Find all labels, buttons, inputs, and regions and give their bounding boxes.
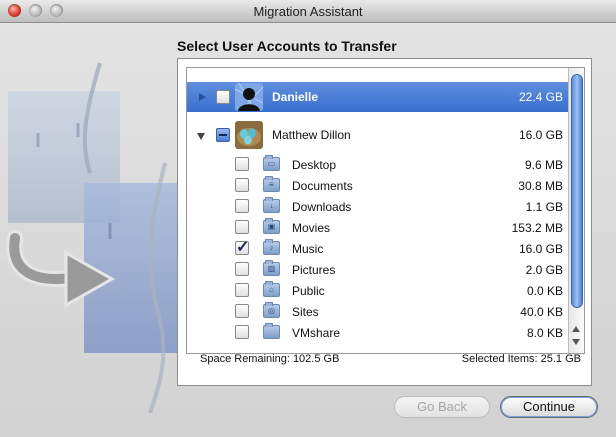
folder-row[interactable]: ⌂ Public 0.0 KB	[187, 280, 569, 301]
folder-row[interactable]: ▨ Pictures 2.0 GB	[187, 259, 569, 280]
folder-name: Desktop	[292, 158, 337, 172]
silhouette-avatar	[235, 83, 263, 111]
go-back-button[interactable]: Go Back	[394, 396, 490, 418]
window-title: Migration Assistant	[253, 4, 363, 19]
folder-row[interactable]: ✓ ♪ Music 16.0 GB	[187, 238, 569, 259]
folder-glyph: ▣	[267, 222, 276, 231]
space-remaining-label: Space Remaining: 102.5 GB	[200, 353, 340, 365]
movies-folder-icon: ▣	[263, 218, 280, 234]
folder-name: Sites	[292, 305, 319, 319]
account-row-danielle[interactable]: Danielle 22.4 GB	[187, 82, 569, 112]
bird-eggs-avatar	[235, 121, 263, 149]
sites-folder-icon: ◎	[263, 302, 280, 318]
folder-size: 9.6 MB	[524, 158, 563, 172]
folder-size: 40.0 KB	[520, 305, 563, 319]
folder-glyph: ↓	[269, 201, 274, 210]
folder-row[interactable]: ≡ Documents 30.8 MB	[187, 175, 569, 196]
folder-checkbox[interactable]	[235, 304, 249, 318]
folder-row[interactable]: ▭ Desktop 9.6 MB	[187, 154, 569, 175]
folder-size: 0.0 KB	[526, 284, 563, 298]
title-bar: Migration Assistant	[0, 0, 616, 23]
folder-size: 30.8 MB	[518, 179, 563, 193]
folder-checkbox[interactable]	[235, 283, 249, 297]
folder-row[interactable]: ◎ Sites 40.0 KB	[187, 301, 569, 322]
checkmark-icon: ✓	[236, 239, 250, 256]
accounts-panel: Danielle 22.4 GB Matthew Dillon 16.0 GB …	[177, 58, 592, 386]
account-name: Matthew Dillon	[272, 128, 351, 142]
account-checkbox-matthew-dillon[interactable]	[216, 128, 230, 142]
folder-row[interactable]: VMshare 8.0 KB	[187, 322, 569, 343]
scroll-down-arrow-icon[interactable]	[572, 339, 580, 345]
folder-checkbox[interactable]	[235, 262, 249, 276]
folder-row[interactable]: ▣ Movies 153.2 MB	[187, 217, 569, 238]
desktop-folder-icon: ▭	[263, 155, 280, 171]
folder-checkbox[interactable]	[235, 199, 249, 213]
page-heading: Select User Accounts to Transfer	[177, 38, 397, 54]
folder-glyph: ⌂	[269, 285, 274, 294]
scroll-thumb[interactable]	[571, 74, 583, 308]
folder-name: Documents	[292, 179, 353, 193]
scroll-up-arrow-icon[interactable]	[572, 326, 580, 332]
folder-glyph: ♪	[269, 243, 274, 252]
folder-name: Movies	[292, 221, 331, 235]
music-folder-icon: ♪	[263, 239, 280, 255]
vmshare-folder-icon	[263, 323, 280, 339]
account-name: Danielle	[272, 90, 319, 104]
account-size: 22.4 GB	[518, 90, 563, 104]
documents-folder-icon: ≡	[263, 176, 280, 192]
folder-glyph: ▭	[267, 159, 276, 168]
folder-size: 153.2 MB	[511, 221, 563, 235]
vertical-scrollbar[interactable]	[568, 68, 584, 353]
folder-checkbox[interactable]	[235, 220, 249, 234]
migration-assistant-window: Migration Assistant Select User Accounts…	[0, 0, 616, 437]
folder-name: VMshare	[292, 326, 341, 340]
disclosure-triangle-collapsed-icon[interactable]	[199, 93, 206, 101]
folder-row[interactable]: ↓ Downloads 1.1 GB	[187, 196, 569, 217]
folder-glyph: ◎	[268, 306, 275, 315]
folder-size: 8.0 KB	[526, 326, 563, 340]
accounts-outline-list[interactable]: Danielle 22.4 GB Matthew Dillon 16.0 GB …	[186, 67, 585, 354]
folder-name: Music	[292, 242, 324, 256]
account-checkbox-danielle[interactable]	[216, 90, 230, 104]
pictures-folder-icon: ▨	[263, 260, 280, 276]
folder-glyph: ▨	[267, 264, 276, 273]
folder-glyph: ≡	[269, 180, 274, 189]
continue-button[interactable]: Continue	[500, 396, 598, 418]
selected-items-label: Selected Items: 25.1 GB	[461, 353, 581, 365]
folder-size: 2.0 GB	[525, 263, 563, 277]
folder-name: Downloads	[292, 200, 352, 214]
folder-checkbox[interactable]: ✓	[235, 239, 249, 256]
downloads-folder-icon: ↓	[263, 197, 280, 213]
migration-finder-illustration	[6, 62, 184, 413]
public-folder-icon: ⌂	[263, 281, 280, 297]
folder-checkbox[interactable]	[235, 178, 249, 192]
folder-name: Pictures	[292, 263, 336, 277]
account-row-matthew-dillon[interactable]: Matthew Dillon 16.0 GB	[187, 120, 569, 150]
folder-checkbox[interactable]	[235, 325, 249, 339]
folder-size: 1.1 GB	[525, 200, 563, 214]
folder-checkbox[interactable]	[235, 157, 249, 171]
folder-size: 16.0 GB	[518, 242, 563, 256]
disclosure-triangle-expanded-icon[interactable]	[197, 133, 205, 140]
folder-name: Public	[292, 284, 325, 298]
account-size: 16.0 GB	[518, 128, 563, 142]
